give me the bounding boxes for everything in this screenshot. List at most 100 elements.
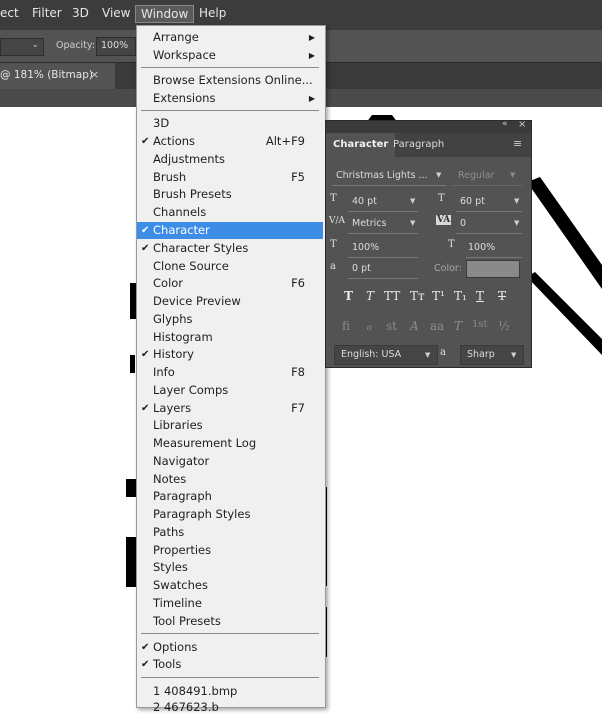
- tracking-field[interactable]: 0 ▼: [456, 216, 522, 232]
- menu-help[interactable]: Help: [199, 6, 226, 20]
- fractions-button[interactable]: ½: [498, 319, 510, 333]
- menu-item-character[interactable]: ✔ Character: [137, 222, 323, 239]
- window-menu: Arrange ▶ Workspace ▶ Browse Extensions On…: [136, 25, 326, 714]
- titling-alternates-button[interactable]: T: [454, 319, 462, 333]
- color-swatch[interactable]: [466, 260, 520, 278]
- antialias-select[interactable]: Sharp ▼: [460, 345, 524, 365]
- menu-item-timeline[interactable]: Timeline: [137, 595, 323, 612]
- check-icon: ✔: [141, 225, 150, 236]
- panel-menu-icon[interactable]: ≡: [513, 137, 522, 150]
- menu-item-layers[interactable]: ✔ Layers F7: [137, 400, 323, 417]
- submenu-arrow-icon: ▶: [308, 51, 315, 60]
- faux-bold-button[interactable]: T: [344, 289, 353, 303]
- stylistic-alternates-button[interactable]: aa: [430, 319, 444, 333]
- menu-item-histogram[interactable]: Histogram: [137, 329, 323, 346]
- menu-item-workspace[interactable]: Workspace ▶: [137, 47, 323, 64]
- chevron-down-icon: ▼: [514, 219, 520, 227]
- discretionary-ligatures-button[interactable]: st: [386, 319, 397, 333]
- old-style-button[interactable]: ℴ: [366, 319, 372, 333]
- check-icon: ✔: [141, 642, 150, 653]
- menu-item-extensions[interactable]: Extensions ▶: [137, 90, 323, 107]
- leading-field[interactable]: 60 pt ▼: [456, 194, 522, 210]
- menu-item-layer-comps[interactable]: Layer Comps: [137, 382, 323, 399]
- tab-paragraph[interactable]: Paragraph: [386, 133, 451, 157]
- menu-item-brush[interactable]: Brush F5: [137, 169, 323, 186]
- menu-item-properties[interactable]: Properties: [137, 542, 323, 559]
- menu-separator: [141, 67, 319, 68]
- horizontal-scale-icon: T: [448, 239, 455, 250]
- small-caps-button[interactable]: Tт: [410, 289, 425, 303]
- ordinals-button[interactable]: 1st: [472, 319, 488, 330]
- menu-item-tools[interactable]: ✔ Tools: [137, 656, 323, 673]
- menu-view[interactable]: View: [102, 6, 130, 20]
- menu-item-device-preview[interactable]: Device Preview: [137, 293, 323, 310]
- font-style-select[interactable]: Regular ▼: [452, 168, 522, 184]
- font-family-select[interactable]: Christmas Lights ... ▼: [332, 168, 446, 184]
- menu-item-glyphs[interactable]: Glyphs: [137, 311, 323, 328]
- close-icon[interactable]: ×: [518, 119, 526, 130]
- menu-item-browse-extensions[interactable]: Browse Extensions Online...: [137, 72, 323, 89]
- menu-item-notes[interactable]: Notes: [137, 471, 323, 488]
- tab-character[interactable]: Character: [326, 133, 396, 157]
- opacity-field[interactable]: 100%: [96, 37, 136, 56]
- horizontal-scale-field[interactable]: 100%: [466, 240, 522, 256]
- subscript-button[interactable]: T₁: [454, 289, 467, 303]
- menu-item-arrange[interactable]: Arrange ▶: [137, 29, 323, 46]
- document-tab-close-icon[interactable]: ×: [90, 68, 99, 81]
- menu-3d[interactable]: 3D: [72, 6, 89, 20]
- superscript-button[interactable]: T¹: [432, 289, 445, 303]
- menu-item-adjustments[interactable]: Adjustments: [137, 151, 323, 168]
- menu-item-color[interactable]: Color F6: [137, 275, 323, 292]
- menu-item-paths[interactable]: Paths: [137, 524, 323, 541]
- menu-item-3d[interactable]: 3D: [137, 115, 323, 132]
- opacity-label: Opacity:: [56, 40, 96, 51]
- language-select[interactable]: English: USA ▼: [334, 345, 438, 365]
- menu-item-recent-1[interactable]: 1 408491.bmp: [137, 683, 323, 700]
- font-size-field[interactable]: 40 pt ▼: [348, 194, 418, 210]
- check-icon: ✔: [141, 659, 150, 670]
- menu-separator: [141, 633, 319, 634]
- chevron-down-icon: ▼: [436, 171, 442, 179]
- menu-item-options[interactable]: ✔ Options: [137, 639, 323, 656]
- menu-item-character-styles[interactable]: ✔ Character Styles: [137, 240, 323, 257]
- submenu-arrow-icon: ▶: [308, 94, 315, 103]
- menu-item-swatches[interactable]: Swatches: [137, 577, 323, 594]
- blend-mode-select[interactable]: ⌄: [0, 38, 44, 56]
- menu-item-navigator[interactable]: Navigator: [137, 453, 323, 470]
- baseline-shift-field[interactable]: 0 pt: [348, 261, 418, 277]
- menu-separator: [141, 110, 319, 111]
- menu-item-measurement-log[interactable]: Measurement Log: [137, 435, 323, 452]
- check-icon: ✔: [141, 136, 150, 147]
- underline-button[interactable]: T: [476, 289, 484, 303]
- chevron-down-icon: ▼: [511, 351, 517, 359]
- menu-filter[interactable]: Filter: [32, 6, 62, 20]
- document-tab[interactable]: @ 181% (Bitmap) ×: [0, 63, 115, 89]
- menu-item-styles[interactable]: Styles: [137, 559, 323, 576]
- menu-item-brush-presets[interactable]: Brush Presets: [137, 186, 323, 203]
- faux-italic-button[interactable]: T: [366, 289, 374, 303]
- menu-item-channels[interactable]: Channels: [137, 204, 323, 221]
- ligatures-button[interactable]: fi: [342, 319, 350, 333]
- tracking-icon: VA: [436, 215, 452, 225]
- menu-item-actions[interactable]: ✔ Actions Alt+F9: [137, 133, 323, 150]
- font-size-icon: T: [330, 193, 337, 204]
- vertical-scale-field[interactable]: 100%: [348, 240, 418, 256]
- menu-item-tool-presets[interactable]: Tool Presets: [137, 613, 323, 630]
- collapse-icon[interactable]: «: [502, 119, 508, 129]
- menu-item-paragraph-styles[interactable]: Paragraph Styles: [137, 506, 323, 523]
- menu-item-recent-2[interactable]: 2 467623.b: [137, 699, 323, 716]
- menu-item-clone-source[interactable]: Clone Source: [137, 258, 323, 275]
- menu-item-libraries[interactable]: Libraries: [137, 417, 323, 434]
- menu-select[interactable]: ect: [0, 6, 19, 20]
- all-caps-button[interactable]: TT: [384, 289, 400, 303]
- menu-item-paragraph[interactable]: Paragraph: [137, 488, 323, 505]
- menu-item-history[interactable]: ✔ History: [137, 346, 323, 363]
- vertical-scale-icon: T: [330, 239, 337, 250]
- menu-item-info[interactable]: Info F8: [137, 364, 323, 381]
- swash-button[interactable]: A: [410, 319, 419, 333]
- color-label: Color:: [434, 263, 462, 274]
- strikethrough-button[interactable]: T: [498, 289, 506, 303]
- kerning-select[interactable]: Metrics ▼: [348, 216, 418, 232]
- menu-separator: [141, 677, 319, 678]
- menu-window[interactable]: Window: [135, 5, 195, 23]
